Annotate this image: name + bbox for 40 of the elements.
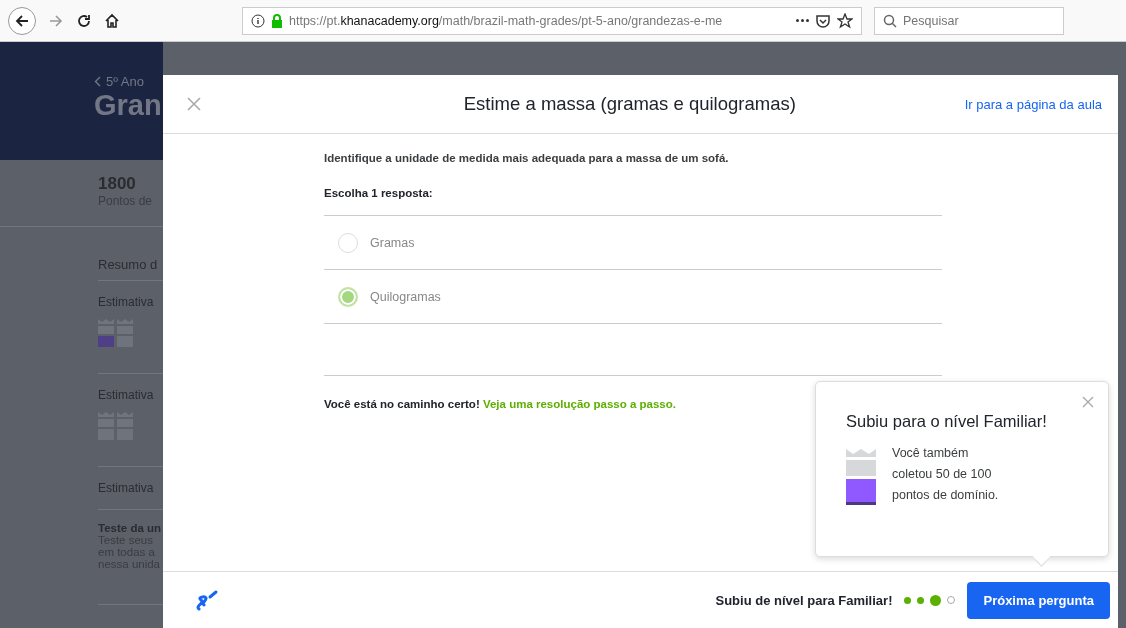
page-title: Gran (94, 89, 162, 122)
skill-title: Estimativa (98, 295, 155, 309)
lesson-link[interactable]: Ir para a página da aula (964, 96, 1102, 112)
search-field[interactable]: Pesquisar (874, 6, 1064, 35)
answer-choice[interactable]: Gramas (324, 216, 942, 270)
scratchpad-icon[interactable] (195, 589, 219, 611)
radio-button[interactable] (338, 286, 358, 307)
mastery-icon (846, 447, 876, 505)
search-icon (883, 13, 897, 28)
chevron-left-icon (94, 76, 101, 87)
test-title: Teste da un (98, 522, 163, 534)
back-button[interactable] (8, 6, 36, 35)
popup-title: Subiu para o nível Familiar! (846, 412, 1048, 431)
reload-icon[interactable] (76, 12, 92, 29)
pocket-icon[interactable] (815, 12, 831, 29)
points-value: 1800 (98, 174, 137, 194)
more-icon[interactable] (796, 19, 809, 22)
level-up-message: Subiu de nível para Familiar! (715, 592, 893, 608)
solution-link[interactable]: Veja uma resolução passo a passo. (482, 398, 676, 410)
popup-text: pontos de domínio. (892, 487, 999, 504)
skill-title: Estimativa (98, 481, 155, 495)
popup-text: coletou 50 de 100 (892, 466, 993, 483)
address-bar[interactable]: https://pt.khanacademy.org/math/brazil-math-grades/pt-5-ano/grandezas-e-me (242, 6, 862, 35)
url-text: https://pt.khanacademy.org/math/brazil-math-grades/pt-5-ano/grandezas-e-me (289, 13, 724, 28)
question-text: Identifique a unidade de medida mais adequada para a massa de um sofá. (324, 152, 730, 164)
skill-title: Estimativa (98, 388, 155, 402)
popup-text: Você também (892, 445, 970, 462)
answer-choice[interactable]: Quilogramas (324, 270, 942, 324)
section-heading: Resumo d (98, 257, 159, 272)
home-icon[interactable] (104, 12, 120, 29)
lock-icon (271, 13, 283, 28)
star-icon[interactable] (837, 12, 853, 29)
answer-prompt: Escolha 1 resposta: (324, 187, 434, 199)
back-icon (14, 12, 30, 29)
info-icon[interactable] (251, 13, 265, 28)
feedback-text: Você está no caminho certo! (324, 398, 480, 410)
next-question-button[interactable]: Próxima pergunta (967, 581, 1110, 619)
modal-title: Estime a massa (gramas e quilogramas) (462, 93, 797, 115)
breadcrumb-link[interactable]: 5º Ano (106, 74, 144, 89)
forward-icon[interactable] (48, 12, 64, 29)
